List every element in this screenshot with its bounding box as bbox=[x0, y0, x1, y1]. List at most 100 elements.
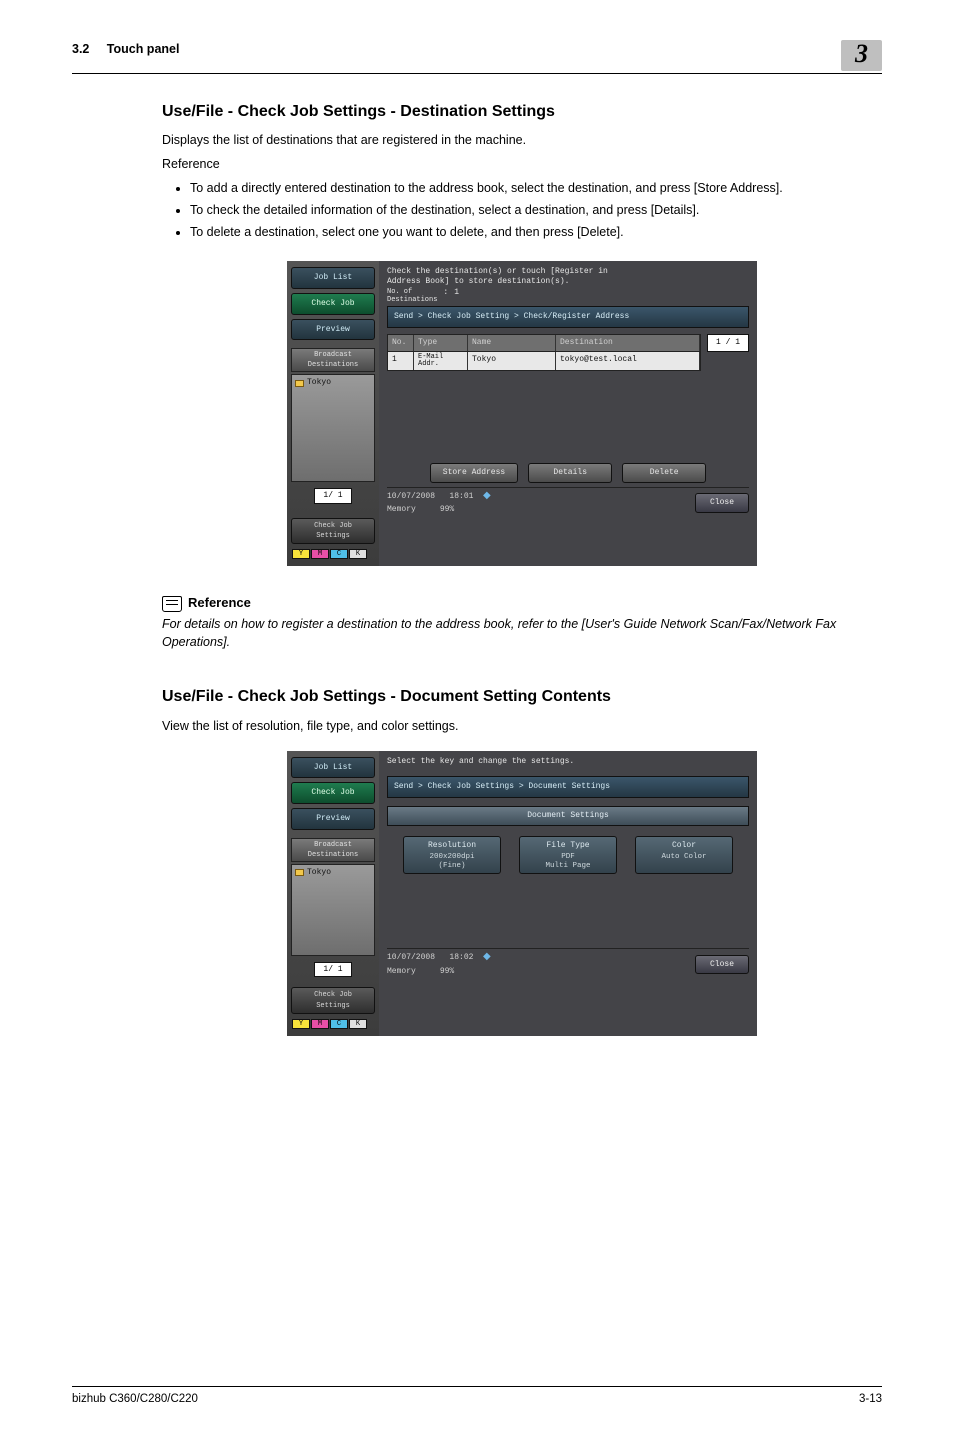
bullet-item: To delete a destination, select one you … bbox=[190, 223, 882, 241]
resolution-tile[interactable]: Resolution 200x200dpi (Fine) bbox=[403, 836, 501, 875]
color-tile[interactable]: Color Auto Color bbox=[635, 836, 733, 875]
instruction-text: Select the key and change the settings. bbox=[387, 757, 749, 767]
destination-list[interactable]: Tokyo bbox=[291, 374, 375, 482]
cell-destination: tokyo@test.local bbox=[556, 352, 700, 371]
toner-y: Y bbox=[292, 1019, 310, 1029]
status-time: 18:02 bbox=[449, 953, 473, 962]
breadcrumb: Send > Check Job Settings > Document Set… bbox=[387, 776, 749, 798]
screenshot-destination-settings: Job List Check Job Preview Broadcast Des… bbox=[287, 261, 757, 566]
bullet-item: To check the detailed information of the… bbox=[190, 201, 882, 219]
section-number: 3.2 bbox=[72, 42, 89, 56]
num-dest-value: 1 bbox=[454, 288, 459, 305]
num-dest-sep: : bbox=[443, 288, 448, 305]
section1-reference-label: Reference bbox=[162, 155, 882, 173]
broadcast-destinations-label: Broadcast Destinations bbox=[291, 838, 375, 862]
toner-k: K bbox=[349, 1019, 367, 1029]
col-name: Name bbox=[468, 335, 556, 351]
page-header: 3.2 Touch panel 3 bbox=[72, 40, 882, 74]
check-job-settings-button[interactable]: Check Job Settings bbox=[291, 518, 375, 544]
tile-label: File Type bbox=[522, 840, 614, 852]
page-indicator: 1/ 1 bbox=[314, 488, 352, 504]
section-label: Touch panel bbox=[107, 42, 180, 56]
status-date: 10/07/2008 bbox=[387, 492, 435, 501]
toner-y: Y bbox=[292, 549, 310, 559]
tile-label: Resolution bbox=[406, 840, 498, 852]
footer-left: bizhub C360/C280/C220 bbox=[72, 1391, 198, 1408]
status-date: 10/07/2008 bbox=[387, 953, 435, 962]
breadcrumb: Send > Check Job Setting > Check/Registe… bbox=[387, 306, 749, 328]
table-page-badge: 1 / 1 bbox=[707, 334, 749, 352]
section2-lead: View the list of resolution, file type, … bbox=[162, 717, 882, 735]
section2-title: Use/File - Check Job Settings - Document… bbox=[162, 685, 882, 708]
section1-title: Use/File - Check Job Settings - Destinat… bbox=[162, 100, 882, 123]
tile-value: 200x200dpi (Fine) bbox=[406, 853, 498, 870]
list-item-label: Tokyo bbox=[307, 377, 331, 389]
toner-m: M bbox=[311, 1019, 329, 1029]
list-item[interactable]: Tokyo bbox=[295, 377, 371, 389]
tile-value: PDF Multi Page bbox=[522, 853, 614, 870]
book-icon bbox=[162, 596, 182, 612]
col-destination: Destination bbox=[556, 335, 700, 351]
memory-value: 99% bbox=[440, 967, 454, 976]
chapter-badge: 3 bbox=[841, 40, 882, 71]
num-dest-label: No. of Destinations bbox=[387, 288, 437, 305]
memory-label: Memory bbox=[387, 505, 416, 514]
job-list-button[interactable]: Job List bbox=[291, 757, 375, 779]
job-list-button[interactable]: Job List bbox=[291, 267, 375, 289]
memory-label: Memory bbox=[387, 967, 416, 976]
page-indicator: 1/ 1 bbox=[314, 962, 352, 978]
close-button[interactable]: Close bbox=[695, 955, 749, 975]
toner-k: K bbox=[349, 549, 367, 559]
envelope-icon bbox=[295, 869, 304, 876]
col-no: No. bbox=[388, 335, 414, 351]
delete-button[interactable]: Delete bbox=[622, 463, 706, 483]
cell-type: E-Mail Addr. bbox=[414, 352, 468, 371]
preview-button[interactable]: Preview bbox=[291, 808, 375, 830]
store-address-button[interactable]: Store Address bbox=[430, 463, 518, 483]
filetype-tile[interactable]: File Type PDF Multi Page bbox=[519, 836, 617, 875]
cell-name: Tokyo bbox=[468, 352, 556, 371]
page-footer: bizhub C360/C280/C220 3-13 bbox=[72, 1386, 882, 1408]
status-bar: 10/07/2008 18:02 ◆ Memory 99% Close bbox=[387, 948, 749, 977]
reference-text: For details on how to register a destina… bbox=[162, 615, 882, 651]
bullet-item: To add a directly entered destination to… bbox=[190, 179, 882, 197]
screenshot-document-settings: Job List Check Job Preview Broadcast Des… bbox=[287, 751, 757, 1036]
status-time: 18:01 bbox=[449, 492, 473, 501]
reference-block: Reference For details on how to register… bbox=[162, 594, 882, 651]
status-bar: 10/07/2008 18:01 ◆ Memory 99% Close bbox=[387, 487, 749, 516]
list-item-label: Tokyo bbox=[307, 867, 331, 879]
table-row[interactable]: 1 E-Mail Addr. Tokyo tokyo@test.local bbox=[387, 352, 701, 372]
toner-m: M bbox=[311, 549, 329, 559]
diamond-icon: ◆ bbox=[483, 952, 491, 963]
document-settings-header: Document Settings bbox=[387, 806, 749, 826]
section1-bullets: To add a directly entered destination to… bbox=[162, 179, 882, 241]
toner-indicator: Y M C K bbox=[291, 1018, 375, 1030]
section1-lead: Displays the list of destinations that a… bbox=[162, 131, 882, 149]
envelope-icon bbox=[295, 380, 304, 387]
header-left: 3.2 Touch panel bbox=[72, 40, 179, 58]
diamond-icon: ◆ bbox=[483, 491, 491, 502]
instruction-text: Check the destination(s) or touch [Regis… bbox=[387, 267, 749, 304]
reference-heading: Reference bbox=[188, 594, 251, 613]
check-job-button[interactable]: Check Job bbox=[291, 782, 375, 804]
instr-line: Address Book] to store destination(s). bbox=[387, 277, 569, 286]
memory-value: 99% bbox=[440, 505, 454, 514]
details-button[interactable]: Details bbox=[528, 463, 612, 483]
table-header: No. Type Name Destination bbox=[387, 334, 701, 352]
tile-label: Color bbox=[638, 840, 730, 852]
cell-no: 1 bbox=[388, 352, 414, 371]
instr-line: Check the destination(s) or touch [Regis… bbox=[387, 267, 608, 276]
toner-indicator: Y M C K bbox=[291, 548, 375, 560]
destination-list[interactable]: Tokyo bbox=[291, 864, 375, 956]
list-item[interactable]: Tokyo bbox=[295, 867, 371, 879]
preview-button[interactable]: Preview bbox=[291, 319, 375, 341]
check-job-settings-button[interactable]: Check Job Settings bbox=[291, 987, 375, 1013]
col-type: Type bbox=[414, 335, 468, 351]
tile-value: Auto Color bbox=[638, 853, 730, 862]
toner-c: C bbox=[330, 1019, 348, 1029]
toner-c: C bbox=[330, 549, 348, 559]
footer-right: 3-13 bbox=[859, 1391, 882, 1408]
check-job-button[interactable]: Check Job bbox=[291, 293, 375, 315]
broadcast-destinations-label: Broadcast Destinations bbox=[291, 348, 375, 372]
close-button[interactable]: Close bbox=[695, 493, 749, 513]
